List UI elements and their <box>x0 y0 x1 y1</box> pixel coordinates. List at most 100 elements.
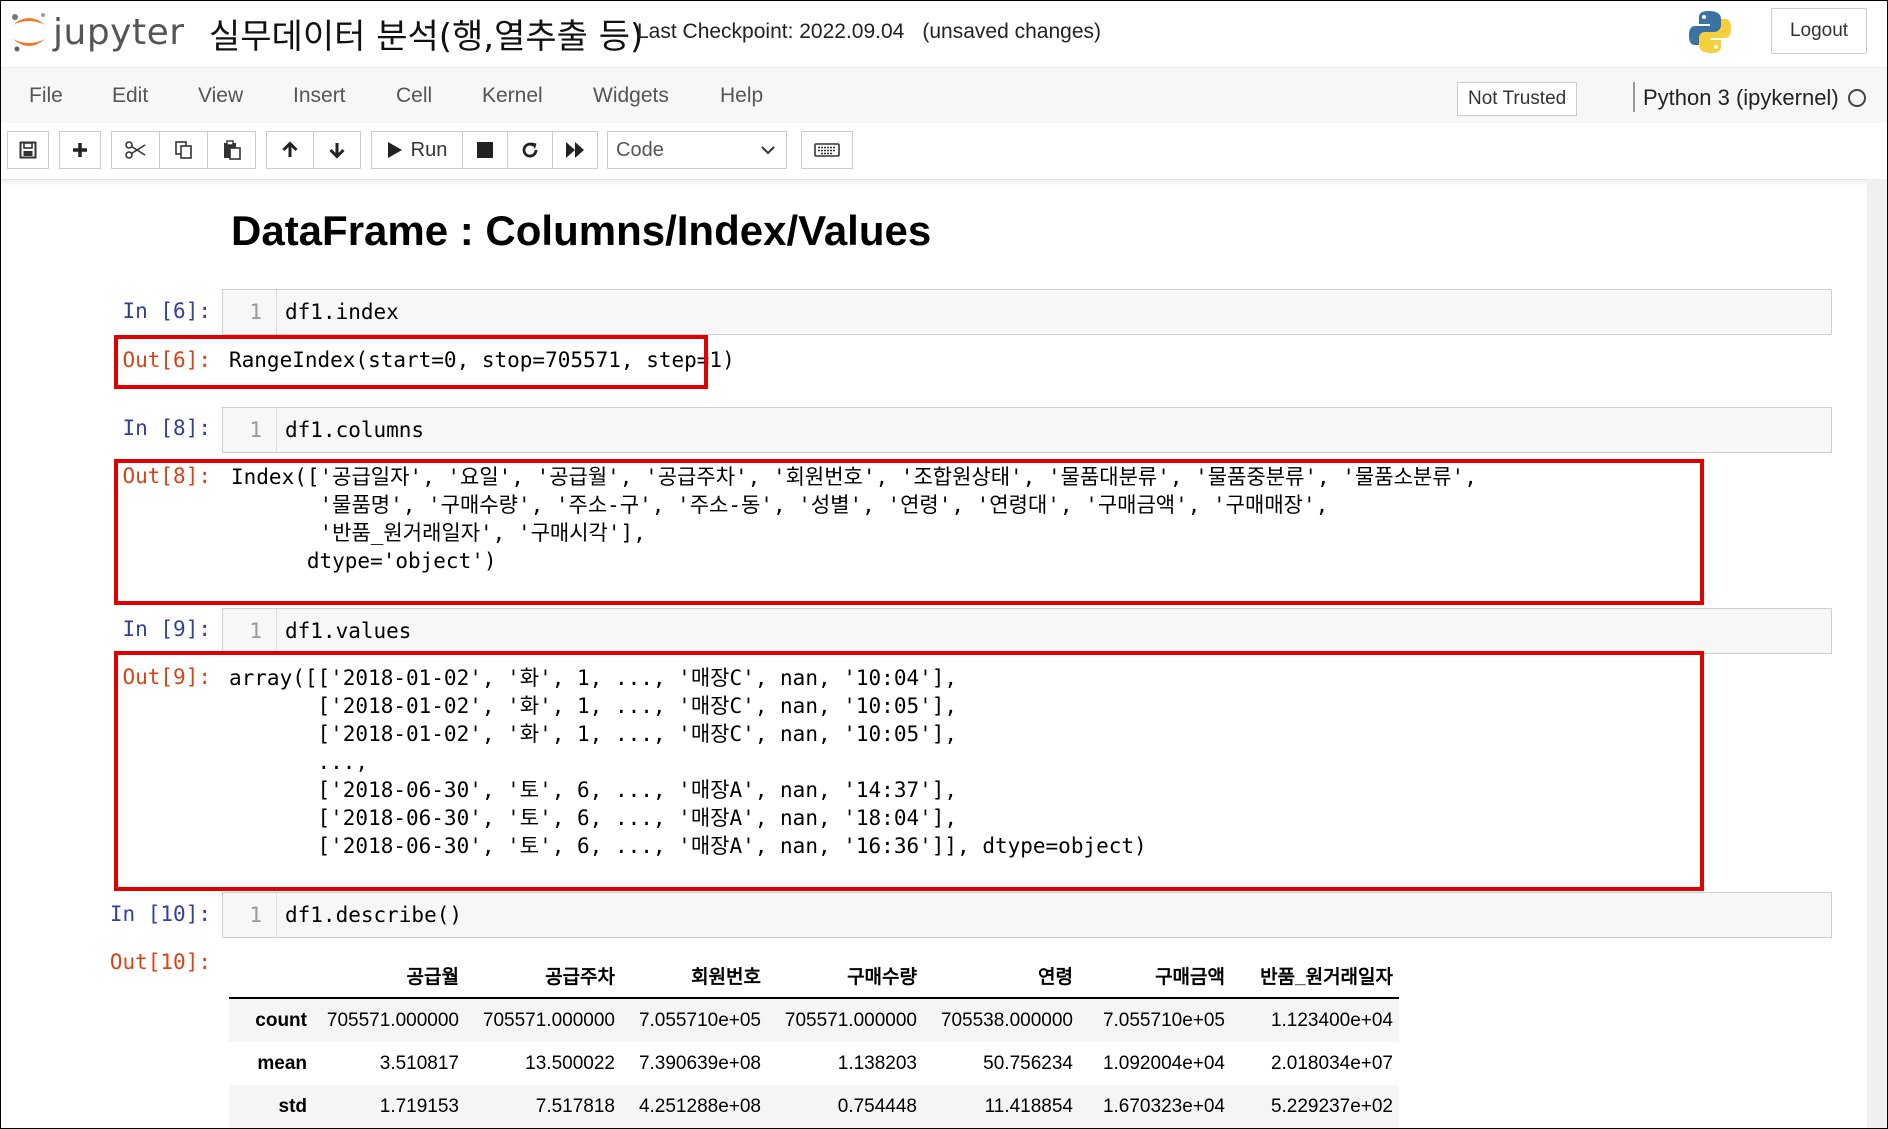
paste-icon <box>223 140 241 160</box>
code-cell-input[interactable]: 1 df1.values <box>222 608 1832 654</box>
describe-table: 공급월 공급주차 회원번호 구매수량 연령 구매금액 반품_원거래일자 coun… <box>229 953 1399 1128</box>
line-number: 1 <box>223 408 277 452</box>
move-down-button[interactable] <box>313 131 361 169</box>
insert-cell-button[interactable] <box>59 131 101 169</box>
menu-insert[interactable]: Insert <box>293 84 346 108</box>
interrupt-button[interactable] <box>462 131 508 169</box>
notebook-title[interactable]: 실무데이터 분석(행,열추출 등) <box>209 9 643 58</box>
highlight-box <box>114 335 708 389</box>
scrollbar[interactable] <box>1867 179 1887 1128</box>
restart-button[interactable] <box>507 131 553 169</box>
code-text: df1.index <box>285 300 399 324</box>
python-logo-icon <box>1689 11 1731 53</box>
markdown-heading: DataFrame : Columns/Index/Values <box>231 207 932 254</box>
run-label: Run <box>410 138 448 161</box>
in-prompt: In [6]: <box>122 299 211 323</box>
table-cell: 1.123400e+04 <box>1270 1009 1393 1031</box>
scissors-icon <box>124 141 145 159</box>
stop-icon <box>477 142 493 158</box>
row-label: mean <box>257 1052 307 1074</box>
table-header-row: 공급월 공급주차 회원번호 구매수량 연령 구매금액 반품_원거래일자 <box>229 953 1399 999</box>
jupyter-orbit-icon <box>12 13 45 52</box>
table-cell: 0.754448 <box>837 1095 917 1117</box>
table-cell: 5.229237e+02 <box>1270 1095 1393 1117</box>
table-cell: 705571.000000 <box>326 1009 459 1031</box>
kernel-separator <box>1633 82 1635 112</box>
column-header: 공급주차 <box>465 953 621 999</box>
plus-icon <box>73 143 87 157</box>
restart-icon <box>522 142 538 158</box>
table-cell: 4.251288e+08 <box>638 1095 761 1117</box>
save-button[interactable] <box>7 131 49 169</box>
in-prompt: In [8]: <box>122 416 211 440</box>
in-prompt: In [9]: <box>122 617 211 641</box>
table-cell: 7.055710e+05 <box>638 1009 761 1031</box>
kernel-idle-icon <box>1848 89 1866 107</box>
code-cell-input[interactable]: 1 df1.columns <box>222 407 1832 453</box>
save-icon <box>19 141 37 159</box>
fast-forward-icon <box>566 142 584 158</box>
logout-button[interactable]: Logout <box>1771 8 1867 54</box>
column-header <box>229 953 313 999</box>
row-label: count <box>255 1009 307 1031</box>
out-prompt: Out[10]: <box>109 950 211 974</box>
menu-file[interactable]: File <box>29 84 63 108</box>
arrow-up-icon <box>282 141 298 157</box>
highlight-box <box>114 651 1704 891</box>
toolbar: Run Code <box>1 123 1887 180</box>
run-button[interactable]: Run <box>371 131 463 169</box>
not-trusted-button[interactable]: Not Trusted <box>1457 82 1578 116</box>
table-row: count 705571.000000 705571.000000 7.0557… <box>229 998 1399 1042</box>
column-header: 회원번호 <box>621 953 767 999</box>
table-row: std 1.719153 7.517818 4.251288e+08 0.754… <box>229 1085 1399 1128</box>
copy-icon <box>174 141 192 159</box>
column-header: 구매수량 <box>767 953 923 999</box>
table-cell: 50.756234 <box>983 1052 1073 1074</box>
jupyter-logo[interactable]: jupyter <box>9 7 185 57</box>
keyboard-icon <box>814 143 840 157</box>
line-number: 1 <box>223 893 277 937</box>
highlight-box <box>114 459 1704 605</box>
table-cell: 7.055710e+05 <box>1102 1009 1225 1031</box>
paste-button[interactable] <box>207 131 256 169</box>
table-cell: 1.719153 <box>379 1095 459 1117</box>
line-number: 1 <box>223 609 277 653</box>
checkpoint-status: Last Checkpoint: 2022.09.04 (unsaved chan… <box>637 20 1101 44</box>
menu-edit[interactable]: Edit <box>112 84 148 108</box>
menu-cell[interactable]: Cell <box>396 84 432 108</box>
cut-button[interactable] <box>111 131 160 169</box>
column-header: 연령 <box>923 953 1079 999</box>
code-cell-input[interactable]: 1 df1.index <box>222 289 1832 335</box>
copy-button[interactable] <box>159 131 208 169</box>
cell-type-select[interactable]: Code <box>607 131 787 169</box>
table-cell: 1.138203 <box>837 1052 917 1074</box>
table-cell: 11.418854 <box>984 1095 1073 1117</box>
table-cell: 2.018034e+07 <box>1270 1052 1393 1074</box>
table-cell: 13.500022 <box>525 1052 615 1074</box>
table-cell: 7.517818 <box>535 1095 615 1117</box>
arrow-down-icon <box>329 143 345 159</box>
notebook-window: jupyter 실무데이터 분석(행,열추출 등) Last Checkpoin… <box>0 0 1888 1129</box>
table-cell: 705571.000000 <box>784 1009 917 1031</box>
column-header: 공급월 <box>313 953 465 999</box>
chevron-down-icon <box>761 146 775 155</box>
code-text: df1.values <box>285 619 412 643</box>
menu-view[interactable]: View <box>198 84 243 108</box>
table-cell: 1.670323e+04 <box>1102 1095 1225 1117</box>
column-header: 반품_원거래일자 <box>1231 953 1399 999</box>
command-palette-button[interactable] <box>801 131 853 169</box>
table-cell: 1.092004e+04 <box>1102 1052 1225 1074</box>
menu-kernel[interactable]: Kernel <box>482 84 543 108</box>
code-text: df1.columns <box>285 418 425 442</box>
menu-widgets[interactable]: Widgets <box>593 84 669 108</box>
logo-text: jupyter <box>53 11 185 53</box>
menu-help[interactable]: Help <box>720 84 763 108</box>
column-header: 구매금액 <box>1079 953 1231 999</box>
restart-run-all-button[interactable] <box>552 131 598 169</box>
code-text: df1.describe() <box>285 903 463 927</box>
move-up-button[interactable] <box>266 131 314 169</box>
table-cell: 7.390639e+08 <box>638 1052 761 1074</box>
kernel-name[interactable]: Python 3 (ipykernel) <box>1643 85 1839 111</box>
cell-type-value: Code <box>616 138 664 161</box>
code-cell-input[interactable]: 1 df1.describe() <box>222 892 1832 938</box>
